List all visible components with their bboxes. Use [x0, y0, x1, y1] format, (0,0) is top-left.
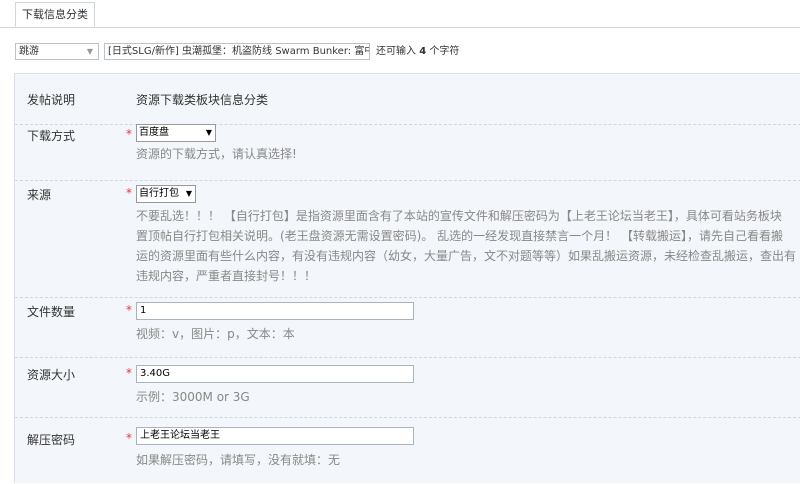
- category-form: 发帖说明 资源下载类板块信息分类 下载方式 * 百度盘 ▼ 资源的下载方式，请认…: [14, 73, 800, 483]
- download-method-tip: 资源的下载方式，请认真选择!: [136, 147, 297, 161]
- source-tip-line: 不要乱选！！！ 【自行打包】是指资源里面含有了本站的宣传文件和解压密码为【上老王…: [136, 209, 782, 223]
- source-tip-line: 运的资源里面有些什么内容，有没有违规内容（幼女，大量广告，文不对题等等）如果乱搬…: [136, 249, 797, 263]
- file-count-input[interactable]: 1: [136, 302, 414, 320]
- remain-suffix: 个字符: [426, 46, 460, 57]
- thread-type-select[interactable]: 跳游 ▼: [15, 43, 99, 60]
- post-note-label: 发帖说明: [27, 93, 76, 107]
- row-download-method: 下载方式 * 百度盘 ▼ 资源的下载方式，请认真选择!: [15, 124, 800, 181]
- post-note-value: 资源下载类板块信息分类: [136, 93, 269, 107]
- required-mark: *: [126, 366, 132, 380]
- required-mark: *: [126, 127, 132, 141]
- remain-prefix: 还可输入: [376, 46, 420, 57]
- file-count-label: 文件数量: [27, 305, 76, 319]
- source-tip-line: 违规内容，严重者直接封号！！！: [136, 269, 317, 283]
- chevron-down-icon: ▼: [205, 128, 212, 137]
- row-source: 来源 * 自行打包 ▼ 不要乱选！！！ 【自行打包】是指资源里面含有了本站的宣传…: [15, 180, 800, 298]
- row-unzip-password: 解压密码 * 上老王论坛当老王 如果解压密码，请填写，没有就填：无: [15, 417, 800, 484]
- thread-type-value: 跳游: [19, 46, 39, 57]
- row-file-count: 文件数量 * 1 视频：v，图片：p，文本：本: [15, 297, 800, 358]
- download-method-label: 下载方式: [27, 129, 76, 143]
- resource-size-input[interactable]: 3.40G: [136, 365, 414, 383]
- unzip-password-input[interactable]: 上老王论坛当老王: [136, 427, 414, 445]
- subject-input[interactable]: [日式SLG/新作] 虫潮孤堡：机盗防线 Swarm Bunker: 富中: [104, 43, 370, 60]
- tab-download-info[interactable]: 下载信息分类: [15, 2, 95, 27]
- resource-size-label: 资源大小: [27, 368, 76, 382]
- unzip-password-tip: 如果解压密码，请填写，没有就填：无: [136, 453, 341, 467]
- title-row: 跳游 ▼ [日式SLG/新作] 虫潮孤堡：机盗防线 Swarm Bunker: …: [15, 41, 800, 63]
- unzip-password-label: 解压密码: [27, 433, 76, 447]
- required-mark: *: [126, 303, 132, 317]
- download-method-value: 百度盘: [139, 127, 169, 138]
- required-mark: *: [126, 431, 132, 445]
- remaining-chars: 还可输入 4 个字符: [376, 44, 459, 59]
- source-label: 来源: [27, 188, 52, 202]
- required-mark: *: [126, 186, 132, 200]
- source-tip-line: 置顶帖自行打包相关说明。(老王盘资源无需设置密码)。 乱选的一经发现直接禁言一个…: [136, 229, 783, 243]
- tab-bar: 下载信息分类: [0, 0, 800, 28]
- chevron-down-icon: ▼: [86, 47, 93, 56]
- download-method-select[interactable]: 百度盘 ▼: [136, 124, 216, 142]
- source-value: 自行打包: [139, 188, 179, 199]
- row-post-note: 发帖说明 资源下载类板块信息分类: [15, 74, 800, 125]
- source-select[interactable]: 自行打包 ▼: [136, 185, 196, 203]
- chevron-down-icon: ▼: [185, 189, 192, 198]
- row-resource-size: 资源大小 * 3.40G 示例：3000M or 3G: [15, 357, 800, 418]
- file-count-tip: 视频：v，图片：p，文本：本: [136, 327, 295, 341]
- resource-size-tip: 示例：3000M or 3G: [136, 390, 250, 404]
